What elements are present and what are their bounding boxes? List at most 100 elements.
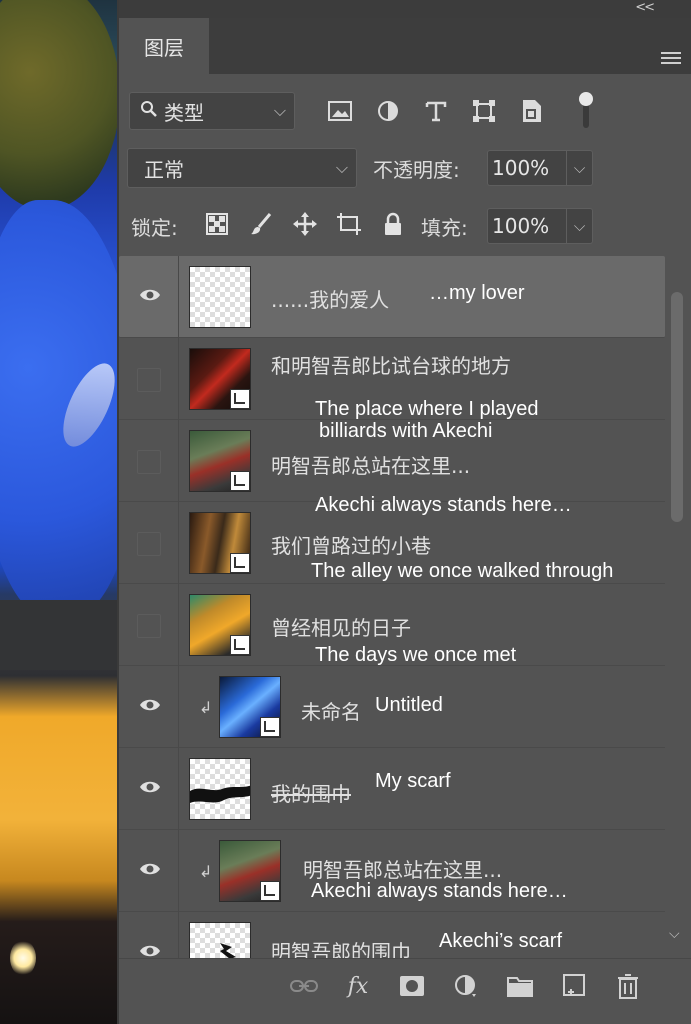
visibility-toggle[interactable] (119, 748, 179, 830)
lock-transparent-pixels-icon[interactable] (203, 210, 231, 238)
scarf-thumbnail-art (190, 785, 250, 803)
layers-bottom-toolbar: fx (119, 958, 691, 1024)
opacity-label: 不透明度: (373, 158, 460, 182)
filter-toggle[interactable] (579, 92, 593, 128)
smart-object-filter-icon[interactable] (517, 96, 547, 126)
eye-icon (140, 781, 160, 793)
artwork-canvas (0, 0, 120, 1024)
visibility-toggle[interactable] (119, 912, 179, 958)
layer-row[interactable]: ......我的爱人 …my lover (119, 256, 665, 338)
lock-all-icon[interactable] (379, 210, 407, 238)
blend-mode-value: 正常 (144, 157, 184, 182)
visibility-toggle[interactable] (119, 502, 179, 584)
prevent-autonest-icon[interactable] (335, 210, 363, 238)
search-icon (140, 99, 158, 123)
fill-label: 填充: (421, 216, 468, 240)
visibility-toggle[interactable] (119, 830, 179, 912)
layer-thumbnail (189, 922, 251, 958)
fill-input[interactable]: 100% (487, 208, 567, 244)
adjustment-filter-icon[interactable] (373, 96, 403, 126)
panel-title-strip: << (119, 0, 691, 18)
panel-menu-icon[interactable] (661, 52, 681, 66)
layer-thumbnail (219, 840, 281, 902)
new-layer-icon[interactable] (559, 971, 589, 1001)
layer-style-icon[interactable]: fx (343, 971, 373, 1001)
layer-thumbnail (189, 512, 251, 574)
opacity-dropdown-button[interactable]: ⌵ (567, 150, 593, 186)
visibility-toggle[interactable] (119, 420, 179, 502)
layer-row[interactable]: 我们曾路过的小巷 The alley we once walked throug… (119, 502, 665, 584)
layer-row[interactable]: 明智吾郎总站在这里... Akechi always stands here… (119, 420, 665, 516)
layer-name: ......我的爱人 (271, 288, 390, 312)
visibility-toggle[interactable] (119, 584, 179, 666)
visibility-toggle[interactable] (119, 666, 179, 748)
layer-thumbnail (189, 430, 251, 492)
new-group-icon[interactable] (505, 971, 535, 1001)
smart-object-icon (230, 389, 250, 409)
lock-image-pixels-icon[interactable] (247, 210, 275, 238)
clipping-mask-icon: ↲ (199, 862, 213, 881)
layers-list: ......我的爱人 …my lover 和明智吾郎比试台球的地方 The pl… (119, 256, 665, 958)
scroll-thumb[interactable] (671, 292, 683, 522)
layer-translation: Untitled (375, 694, 443, 716)
eye-icon (140, 863, 160, 875)
layer-name: 我们曾路过的小巷 (271, 534, 431, 558)
lock-position-icon[interactable] (291, 210, 319, 238)
layer-translation: Akechi always stands here… (311, 880, 568, 902)
visibility-toggle[interactable] (119, 256, 179, 338)
visibility-toggle[interactable] (119, 338, 179, 420)
layer-translation: The days we once met (315, 644, 517, 666)
collapse-panel-button[interactable]: << (635, 0, 655, 15)
filter-kind-label: 类型 (164, 100, 204, 125)
layer-name: 明智吾郎总站在这里... (303, 858, 503, 882)
layer-name: 明智吾郎的围巾 (271, 940, 411, 958)
type-filter-icon[interactable] (421, 96, 451, 126)
shape-filter-icon[interactable] (469, 96, 499, 126)
scroll-down-icon[interactable]: ⌵ (669, 926, 680, 942)
blend-mode-select[interactable]: 正常 ⌵ (127, 148, 357, 188)
tab-layers[interactable]: 图层 (119, 18, 209, 74)
link-layers-icon[interactable] (289, 971, 319, 1001)
layers-panel: << 图层 类型 ⌵ 正常 ⌵ 不透明度: 100% ⌵ 锁定: 填充: 100… (117, 0, 691, 1024)
layer-translation: My scarf (375, 770, 451, 792)
layer-row[interactable]: ↲ 明智吾郎总站在这里... Akechi always stands here… (119, 830, 665, 912)
smart-object-icon (230, 635, 250, 655)
image-filter-icon[interactable] (325, 96, 355, 126)
opacity-input[interactable]: 100% (487, 150, 567, 186)
layer-thumbnail (189, 266, 251, 328)
layer-filter-row: 类型 ⌵ (119, 88, 691, 134)
layer-name: 我的围巾 (271, 782, 351, 806)
layer-row[interactable]: 和明智吾郎比试台球的地方 The place where I played bi… (119, 338, 665, 442)
layer-name: 和明智吾郎比试台球的地方 (271, 354, 511, 378)
layer-name: 明智吾郎总站在这里... (271, 454, 471, 478)
smart-object-icon (260, 881, 280, 901)
blend-mode-row: 正常 ⌵ 不透明度: 100% ⌵ (119, 144, 691, 190)
layer-row[interactable]: 曾经相见的日子 The days we once met (119, 584, 665, 666)
layer-row[interactable]: 明智吾郎的围巾 Akechi’s scarf (119, 912, 665, 958)
smart-object-icon (260, 717, 280, 737)
eye-icon (140, 289, 160, 301)
layer-translation-line1: The place where I played (315, 398, 539, 420)
clipping-mask-icon: ↲ (199, 698, 213, 717)
layer-row[interactable]: 我的围巾 My scarf (119, 748, 665, 830)
scarf-thumbnail-art (220, 943, 236, 958)
layers-scrollbar[interactable]: ⌵ (667, 286, 687, 950)
panel-tab-bar: 图层 (119, 18, 691, 74)
chevron-down-icon: ⌵ (273, 101, 286, 120)
layer-translation: Akechi’s scarf (439, 930, 563, 952)
filter-kind-select[interactable]: 类型 ⌵ (129, 92, 295, 130)
layer-thumbnail (189, 594, 251, 656)
delete-layer-icon[interactable] (613, 971, 643, 1001)
layer-translation: The alley we once walked through (311, 560, 614, 582)
add-mask-icon[interactable] (397, 971, 427, 1001)
eye-icon (140, 699, 160, 711)
layer-thumbnail (219, 676, 281, 738)
fill-dropdown-button[interactable]: ⌵ (567, 208, 593, 244)
layer-name: 曾经相见的日子 (271, 616, 411, 640)
layer-thumbnail (189, 758, 251, 820)
lock-row: 锁定: 填充: 100% ⌵ (119, 202, 691, 248)
chevron-down-icon: ⌵ (335, 158, 348, 177)
layer-row[interactable]: ↲ 未命名 Untitled (119, 666, 665, 748)
new-adjustment-layer-icon[interactable] (451, 971, 481, 1001)
lock-label: 锁定: (131, 216, 178, 240)
